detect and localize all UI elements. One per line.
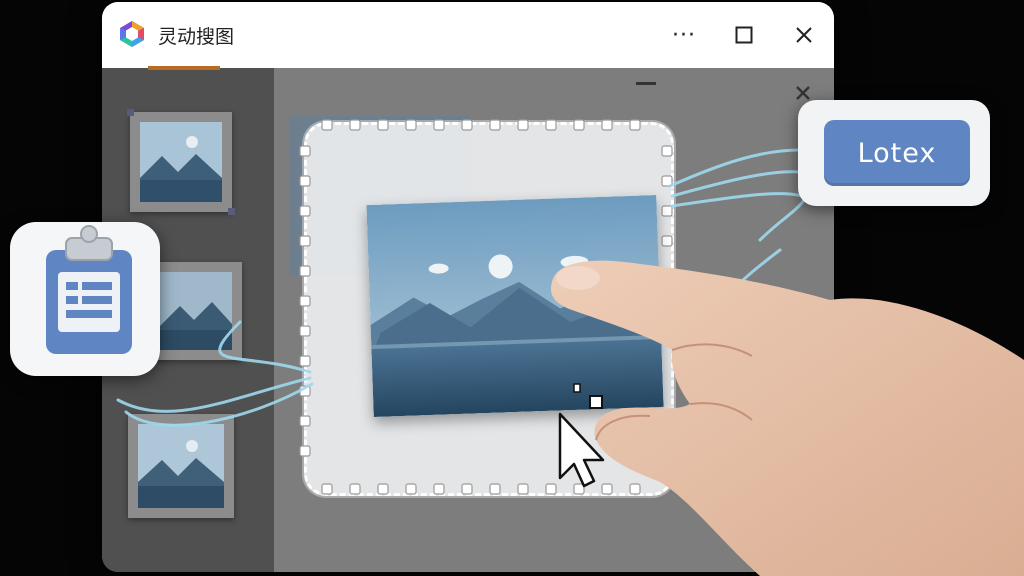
pointing-hand xyxy=(550,260,1024,576)
